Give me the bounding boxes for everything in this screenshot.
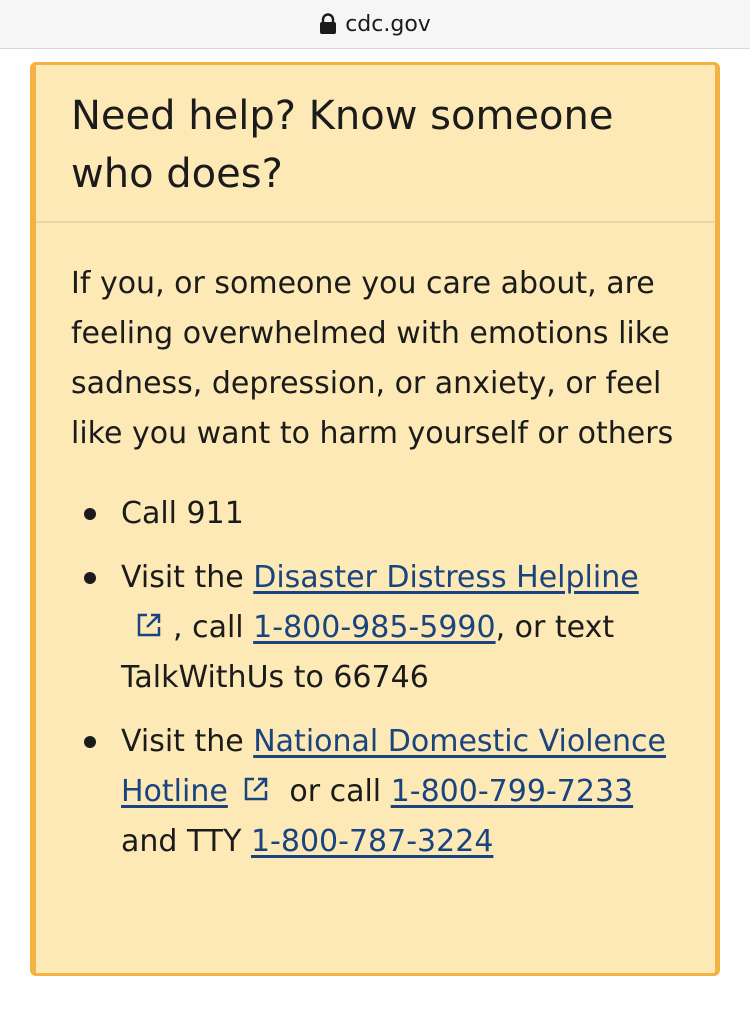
item-prefix: Visit the [121, 724, 254, 759]
tty-phone-link[interactable]: 1-800-787-3224 [251, 824, 493, 859]
bullet-icon [84, 572, 96, 584]
item-middle-text: , call [173, 610, 254, 645]
item-prefix: Visit the [121, 560, 254, 595]
help-card: Need help? Know someone who does? If you… [30, 62, 720, 976]
disaster-helpline-phone-link[interactable]: 1-800-985-5990 [253, 610, 495, 645]
list-item-call-911: Call 911 [71, 489, 685, 539]
external-link-icon[interactable] [242, 775, 270, 803]
bullet-icon [84, 508, 96, 520]
domestic-violence-phone-link[interactable]: 1-800-799-7233 [391, 774, 633, 809]
disaster-distress-helpline-link[interactable]: Disaster Distress Helpline [253, 560, 638, 595]
call-911-text: Call 911 [121, 496, 244, 531]
lock-icon [320, 13, 337, 34]
tty-label: and TTY [121, 824, 251, 859]
card-title: Need help? Know someone who does? [71, 93, 614, 197]
list-item-disaster-helpline: Visit the Disaster Distress Helpline , c… [71, 553, 685, 703]
help-options-list: Call 911 Visit the Disaster Distress Hel… [71, 489, 685, 867]
card-intro: If you, or someone you care about, are f… [71, 266, 674, 451]
card-header: Need help? Know someone who does? [36, 65, 715, 223]
item-middle-text: or call [279, 774, 391, 809]
external-link-icon[interactable] [135, 611, 163, 639]
list-item-domestic-violence-hotline: Visit the National Domestic Violence Hot… [71, 717, 685, 867]
card-body: If you, or someone you care about, are f… [36, 223, 715, 867]
browser-url: cdc.gov [345, 11, 431, 37]
bullet-icon [84, 736, 96, 748]
browser-address-bar[interactable]: cdc.gov [0, 0, 750, 49]
